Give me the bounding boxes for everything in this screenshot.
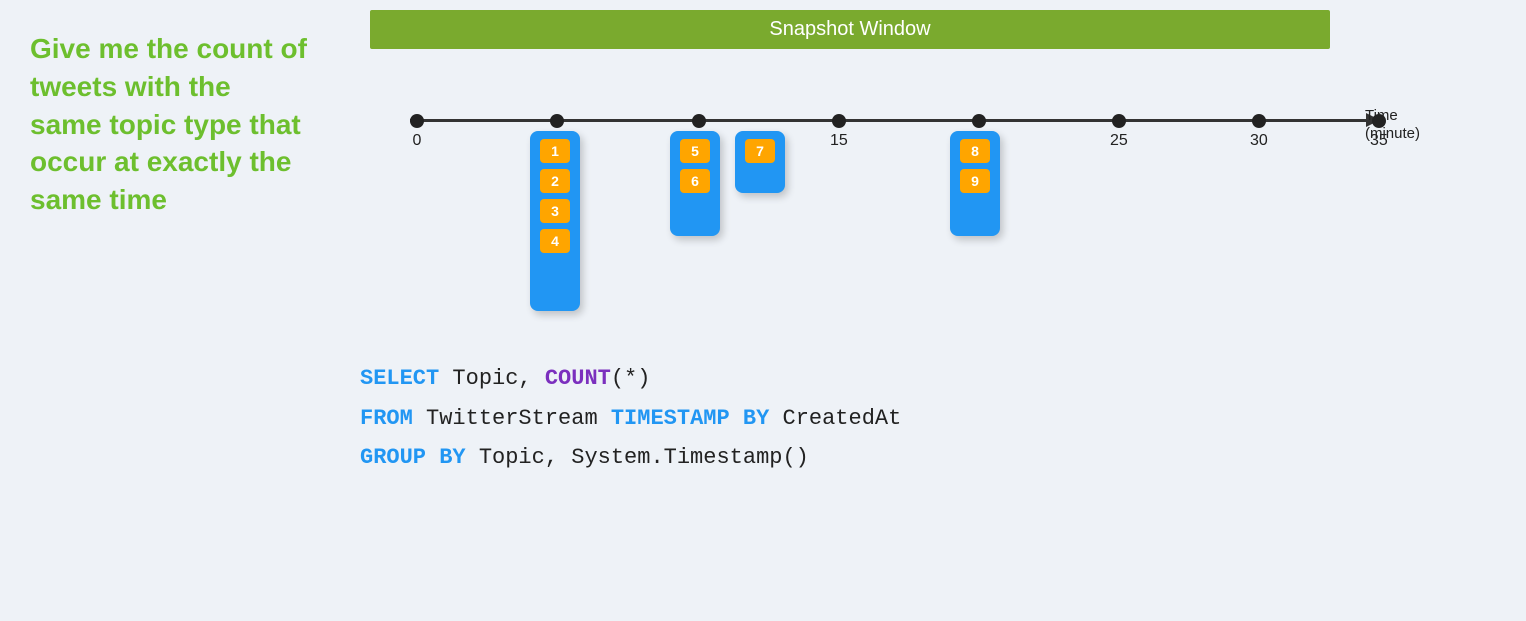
tick-25: 25 <box>1110 119 1128 150</box>
tick-dot-20 <box>972 114 986 128</box>
keyword-by-3: BY <box>439 445 465 470</box>
badge-9: 9 <box>960 169 990 193</box>
keyword-timestamp: TIMESTAMP <box>611 406 730 431</box>
keyword-count: COUNT <box>545 366 611 391</box>
blue-bar-4: 8 9 <box>950 131 1000 236</box>
keyword-by-2: BY <box>743 406 769 431</box>
tick-30: 30 <box>1250 119 1268 150</box>
right-panel: Snapshot Window 0 5 10 15 <box>330 0 1526 621</box>
badge-6: 6 <box>680 169 710 193</box>
badge-3: 3 <box>540 199 570 223</box>
bar-group-1: 1 2 3 4 <box>530 131 580 311</box>
badge-4: 4 <box>540 229 570 253</box>
sql-line-1: SELECT Topic, COUNT(*) <box>360 359 1506 399</box>
blue-bar-1: 1 2 3 4 <box>530 131 580 311</box>
bar-group-2: 5 6 <box>670 131 720 236</box>
tick-dot-10 <box>692 114 706 128</box>
bar-group-4: 8 9 <box>950 131 1000 236</box>
tick-0: 0 <box>410 119 424 150</box>
sql-line2-table: TwitterStream <box>413 406 611 431</box>
tick-dot-15 <box>832 114 846 128</box>
tick-label-0: 0 <box>413 132 422 150</box>
sql-line2-field: CreatedAt <box>769 406 901 431</box>
main-container: Give me the count of tweets with the sam… <box>0 0 1526 621</box>
sql-line-3: GROUP BY Topic, System.Timestamp() <box>360 438 1506 478</box>
sql-section: SELECT Topic, COUNT(*) FROM TwitterStrea… <box>340 339 1506 478</box>
sql-line1-parens: (*) <box>611 366 651 391</box>
tick-dot-5 <box>550 114 564 128</box>
bar-group-3: 7 <box>735 131 785 193</box>
sql-line3-space <box>426 445 439 470</box>
badge-8: 8 <box>960 139 990 163</box>
sql-line2-space <box>730 406 743 431</box>
tick-15: 15 <box>830 119 848 150</box>
badge-5: 5 <box>680 139 710 163</box>
blue-bar-3: 7 <box>735 131 785 193</box>
snapshot-banner: Snapshot Window <box>370 10 1330 49</box>
keyword-select: SELECT <box>360 366 439 391</box>
badge-1: 1 <box>540 139 570 163</box>
timeline-area: 0 5 10 15 20 <box>370 59 1430 319</box>
tick-label-30: 30 <box>1250 132 1268 150</box>
tick-label-25: 25 <box>1110 132 1128 150</box>
sql-line-2: FROM TwitterStream TIMESTAMP BY CreatedA… <box>360 399 1506 439</box>
tick-dot-30 <box>1252 114 1266 128</box>
time-label: Time(minute) <box>1365 107 1420 143</box>
blue-bar-2: 5 6 <box>670 131 720 236</box>
badge-2: 2 <box>540 169 570 193</box>
tick-label-15: 15 <box>830 132 848 150</box>
keyword-group: GROUP <box>360 445 426 470</box>
left-panel: Give me the count of tweets with the sam… <box>0 0 330 621</box>
sql-line1-middle: Topic, <box>439 366 545 391</box>
description-text: Give me the count of tweets with the sam… <box>30 30 310 219</box>
badge-7: 7 <box>745 139 775 163</box>
keyword-from: FROM <box>360 406 413 431</box>
tick-dot-0 <box>410 114 424 128</box>
sql-line3-rest: Topic, System.Timestamp() <box>466 445 809 470</box>
tick-dot-25 <box>1112 114 1126 128</box>
